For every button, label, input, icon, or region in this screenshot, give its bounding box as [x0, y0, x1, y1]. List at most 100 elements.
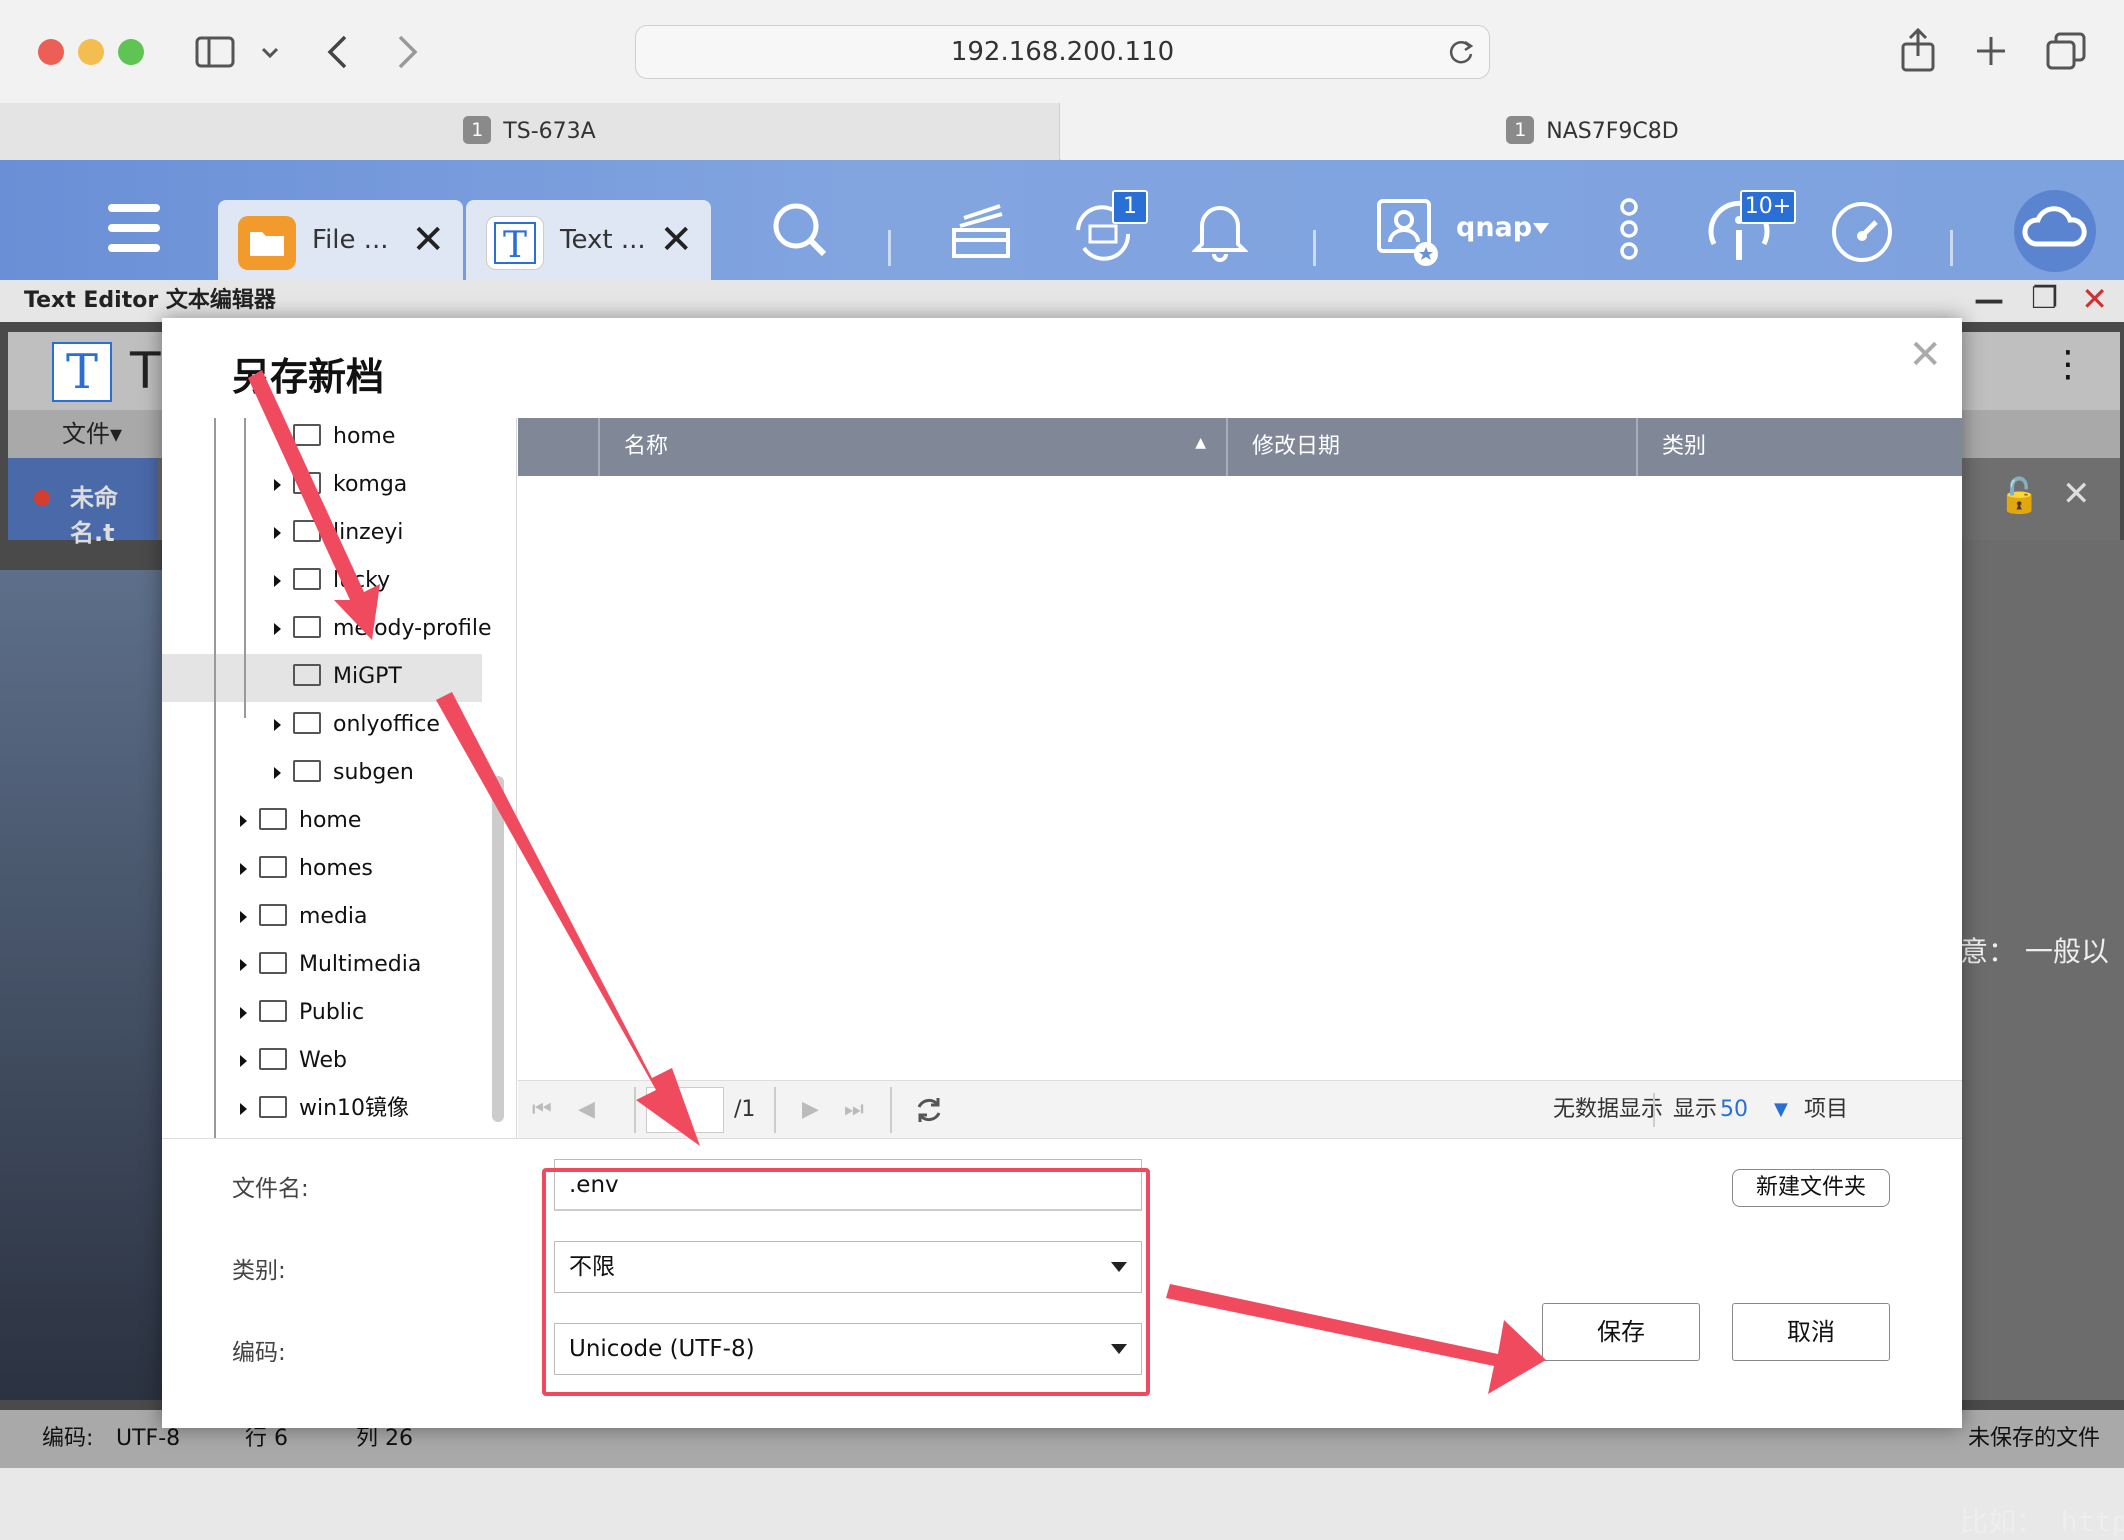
expand-caret-icon[interactable] [274, 623, 281, 635]
tree-node-label: lucky [333, 568, 391, 593]
app-label: Text ... [560, 225, 646, 255]
folder-icon [259, 904, 287, 926]
tree-node[interactable]: melody-profile [274, 606, 492, 652]
minimize-icon[interactable]: — [1974, 280, 2004, 322]
close-icon[interactable]: ✕ [2062, 474, 2091, 514]
tree-node-label: homes [299, 856, 373, 881]
close-icon[interactable]: ✕ [1908, 332, 1942, 378]
folder-icon [293, 712, 321, 734]
taskbar-tab-text-editor[interactable]: T Text ... ✕ [466, 200, 711, 280]
tree-node[interactable]: Web [240, 1038, 347, 1084]
expand-caret-icon[interactable] [274, 767, 281, 779]
close-icon[interactable]: ✕ [659, 200, 693, 280]
tree-node[interactable]: subgen [274, 750, 414, 796]
expand-caret-icon[interactable] [240, 959, 247, 971]
page-input[interactable]: 1 [646, 1087, 724, 1133]
close-icon[interactable]: ✕ [411, 200, 445, 280]
forward-icon[interactable] [396, 34, 420, 70]
prev-page-icon[interactable]: ◀ [578, 1081, 595, 1139]
window-title: Text Editor 文本编辑器 — ❐ ✕ [0, 280, 2124, 322]
more-options-icon[interactable] [1618, 196, 1640, 262]
tree-node[interactable]: linzeyi [274, 510, 403, 556]
expand-caret-icon[interactable] [240, 1007, 247, 1019]
cancel-button[interactable]: 取消 [1732, 1303, 1890, 1361]
expand-caret-icon[interactable] [240, 863, 247, 875]
tree-node[interactable]: Public [240, 990, 364, 1036]
cloud-button[interactable] [2014, 190, 2096, 272]
folder-tree[interactable]: home komga linzeyi lucky melody-profile MiGPT… [162, 418, 517, 1138]
file-list[interactable]: 名称 ▲ 修改日期 类别 ⏮ ◀ 1 /1 ▶ ⏭ 无数据显示 显示 50 ▼ 项… [518, 418, 1962, 1138]
tab-count-badge: 1 [1506, 116, 1535, 144]
reload-icon[interactable] [1447, 38, 1475, 68]
folder-icon [293, 616, 321, 638]
username[interactable]: qnap [1456, 212, 1532, 243]
taskbar-tab-file-station[interactable]: File ... ✕ [218, 200, 463, 280]
save-button[interactable]: 保存 [1542, 1303, 1700, 1361]
back-icon[interactable] [325, 34, 349, 70]
share-icon[interactable] [1900, 28, 1936, 72]
info-badge: 10+ [1740, 190, 1796, 224]
status-unsaved: 未保存的文件 [1968, 1426, 2101, 1451]
search-icon[interactable] [770, 200, 830, 260]
chevron-down-icon[interactable] [260, 42, 280, 62]
expand-caret-icon[interactable] [274, 479, 281, 491]
refresh-icon[interactable] [914, 1095, 944, 1125]
dashboard-gauge-icon[interactable] [1830, 200, 1894, 264]
column-type[interactable]: 类别 [1636, 418, 1962, 476]
next-page-icon[interactable]: ▶ [802, 1081, 819, 1139]
close-icon[interactable]: ✕ [2081, 278, 2108, 320]
user-icon[interactable] [1376, 198, 1442, 268]
maximize-icon[interactable]: ❐ [2031, 278, 2058, 320]
browser-tab-ts673a[interactable]: 1 TS-673A [0, 103, 1060, 160]
tab-count-badge: 1 [463, 116, 492, 144]
expand-caret-icon[interactable] [240, 1103, 247, 1115]
unlock-icon[interactable]: 🔓 [1998, 476, 2040, 516]
vertical-scrollbar[interactable] [492, 776, 504, 1122]
minimize-window-button[interactable] [78, 39, 104, 65]
new-tab-icon[interactable] [1974, 34, 2008, 68]
expand-caret-icon[interactable] [274, 527, 281, 539]
encoding-label: 编码: [232, 1340, 286, 1366]
expand-caret-icon[interactable] [274, 575, 281, 587]
url-bar[interactable]: 192.168.200.110 [635, 25, 1490, 79]
close-window-button[interactable] [38, 39, 64, 65]
sidebar-icon[interactable] [195, 36, 235, 68]
tree-node[interactable]: Multimedia [240, 942, 421, 988]
per-page-caret-icon[interactable]: ▼ [1774, 1081, 1788, 1139]
tree-node[interactable]: lucky [274, 558, 390, 604]
doc-tab[interactable]: 未命名.t [8, 458, 158, 547]
expand-caret-icon[interactable] [274, 719, 281, 731]
folder-icon [259, 1000, 287, 1022]
expand-caret-icon[interactable] [240, 815, 247, 827]
main-menu-icon[interactable] [108, 200, 160, 256]
tab-overview-icon[interactable] [2046, 32, 2086, 70]
tree-node[interactable]: MiGPT [274, 654, 402, 700]
tree-node[interactable]: media [240, 894, 368, 940]
last-page-icon[interactable]: ⏭ [844, 1081, 864, 1139]
per-page-select[interactable]: 50 [1720, 1081, 1748, 1139]
expand-caret-icon[interactable] [240, 911, 247, 923]
column-name[interactable]: 名称 ▲ [598, 418, 1226, 476]
expand-caret-icon[interactable] [240, 1055, 247, 1067]
editor-text-area[interactable]: 意： 一般以 比如： http [1960, 540, 2124, 1538]
caret-down-icon[interactable] [1532, 222, 1550, 236]
tree-node[interactable]: homes [240, 846, 373, 892]
background-tasks-icon[interactable] [950, 200, 1012, 258]
tree-node[interactable]: onlyoffice [274, 702, 440, 748]
browser-chrome: 192.168.200.110 1 TS-673A 1 NAS7F9C8D [0, 0, 2124, 160]
menu-file[interactable]: 文件▾ [62, 410, 122, 458]
first-page-icon[interactable]: ⏮ [532, 1081, 552, 1139]
more-vertical-icon[interactable]: ⋮ [2050, 344, 2086, 385]
new-folder-button[interactable]: 新建文件夹 [1732, 1169, 1890, 1207]
tree-node[interactable]: win10镜像 [240, 1086, 409, 1132]
zoom-window-button[interactable] [118, 39, 144, 65]
column-date-label: 修改日期 [1252, 434, 1341, 459]
tree-node[interactable]: komga [274, 462, 407, 508]
tree-node[interactable]: home [240, 798, 361, 844]
browser-tab-nas[interactable]: 1 NAS7F9C8D [1061, 103, 2124, 160]
column-date[interactable]: 修改日期 [1226, 418, 1636, 476]
file-list-header: 名称 ▲ 修改日期 类别 [518, 418, 1962, 476]
url-text: 192.168.200.110 [950, 37, 1175, 67]
notification-bell-icon[interactable] [1192, 200, 1248, 262]
tree-node[interactable]: home [274, 418, 395, 460]
